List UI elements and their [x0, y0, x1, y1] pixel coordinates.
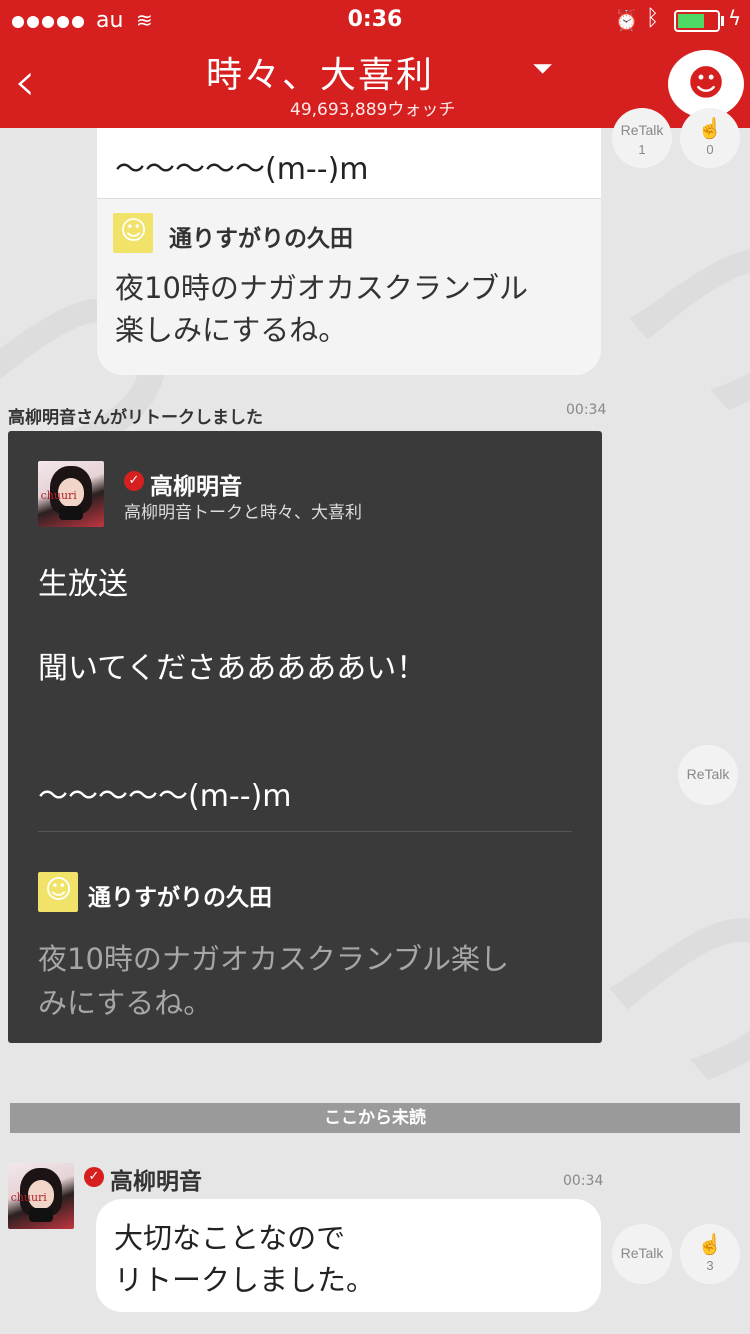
retalk-button[interactable]: ReTalk 1	[612, 108, 672, 168]
avatar-logo: chuuri	[10, 1190, 47, 1204]
quote-avatar	[113, 213, 153, 253]
battery-tip	[721, 16, 724, 26]
clap-count: 3	[706, 1258, 714, 1273]
message-bubble[interactable]: 大切なことなので リトークしました。	[96, 1199, 601, 1312]
alarm-icon: ⏰	[614, 8, 639, 32]
retalk-button[interactable]: ReTalk	[678, 745, 738, 805]
quote-author: 通りすがりの久田	[169, 226, 353, 252]
clap-button[interactable]: ☝ 3	[680, 1224, 740, 1284]
message-text: 〜〜〜〜〜(m--)m	[115, 152, 369, 187]
charging-icon: ϟ	[728, 6, 742, 30]
unread-divider: ここから未読	[10, 1103, 740, 1133]
quote-author: 通りすがりの久田	[88, 885, 272, 911]
retalk-label: ReTalk	[620, 1245, 664, 1261]
verified-icon: ✓	[124, 471, 144, 491]
quote-card[interactable]: 通りすがりの久田 夜10時のナガオカスクランブル 楽しみにするね。	[97, 199, 601, 375]
quote-text-line1: 夜10時のナガオカスクランブル楽し	[38, 942, 510, 976]
retalk-label: ReTalk	[620, 122, 664, 138]
retalk-notice: 高柳明音さんがリトークしました	[8, 408, 263, 428]
retalk-button[interactable]: ReTalk	[612, 1224, 672, 1284]
battery-icon	[674, 10, 720, 32]
message-line2: リトークしました。	[114, 1263, 376, 1297]
retalk-count: 1	[638, 142, 646, 157]
watch-count: 49,693,889ウォッチ	[290, 100, 456, 120]
background-pattern: つ	[576, 124, 750, 494]
avatar[interactable]: chuuri	[38, 461, 104, 527]
message-line1: 大切なことなので	[114, 1221, 346, 1255]
bluetooth-icon: ᛒ	[646, 6, 660, 31]
retalk-label: ReTalk	[686, 766, 730, 782]
retalk-line1: 生放送	[38, 567, 128, 602]
avatar[interactable]: chuuri	[8, 1163, 74, 1229]
divider	[38, 831, 572, 832]
clap-count: 0	[706, 142, 714, 157]
clap-icon: ☝	[697, 118, 723, 140]
message-author: 高柳明音	[110, 1169, 202, 1195]
retalk-line2: 聞いてくださあああああい！	[38, 651, 427, 686]
retalk-line3: 〜〜〜〜〜(m--)m	[38, 779, 292, 814]
retalk-subtitle: 高柳明音トークと時々、大喜利	[124, 503, 362, 523]
quote-avatar	[38, 872, 78, 912]
message-time: 00:34	[563, 1173, 604, 1189]
retalk-card[interactable]: chuuri ✓ 高柳明音 高柳明音トークと時々、大喜利 生放送 聞いてくださあ…	[8, 431, 602, 1043]
status-bar: au ≋ 0:36 ⏰ ᛒ ϟ	[0, 0, 750, 40]
verified-icon: ✓	[84, 1167, 104, 1187]
quote-text-line2: みにするね。	[38, 986, 213, 1020]
clap-button[interactable]: ☝ 0	[680, 108, 740, 168]
quote-text-line2: 楽しみにするね。	[115, 313, 348, 347]
clap-icon: ☝	[697, 1234, 723, 1256]
avatar-logo: chuuri	[40, 488, 77, 502]
filter-dropdown-icon[interactable]: ⏷	[532, 54, 553, 85]
quote-text-line1: 夜10時のナガオカスクランブル	[115, 271, 529, 305]
message-card: 〜〜〜〜〜(m--)m 通りすがりの久田 夜10時のナガオカスクランブル 楽しみ…	[97, 128, 601, 375]
retalk-author: 高柳明音	[150, 474, 242, 500]
retalk-notice-time: 00:34	[566, 402, 607, 418]
